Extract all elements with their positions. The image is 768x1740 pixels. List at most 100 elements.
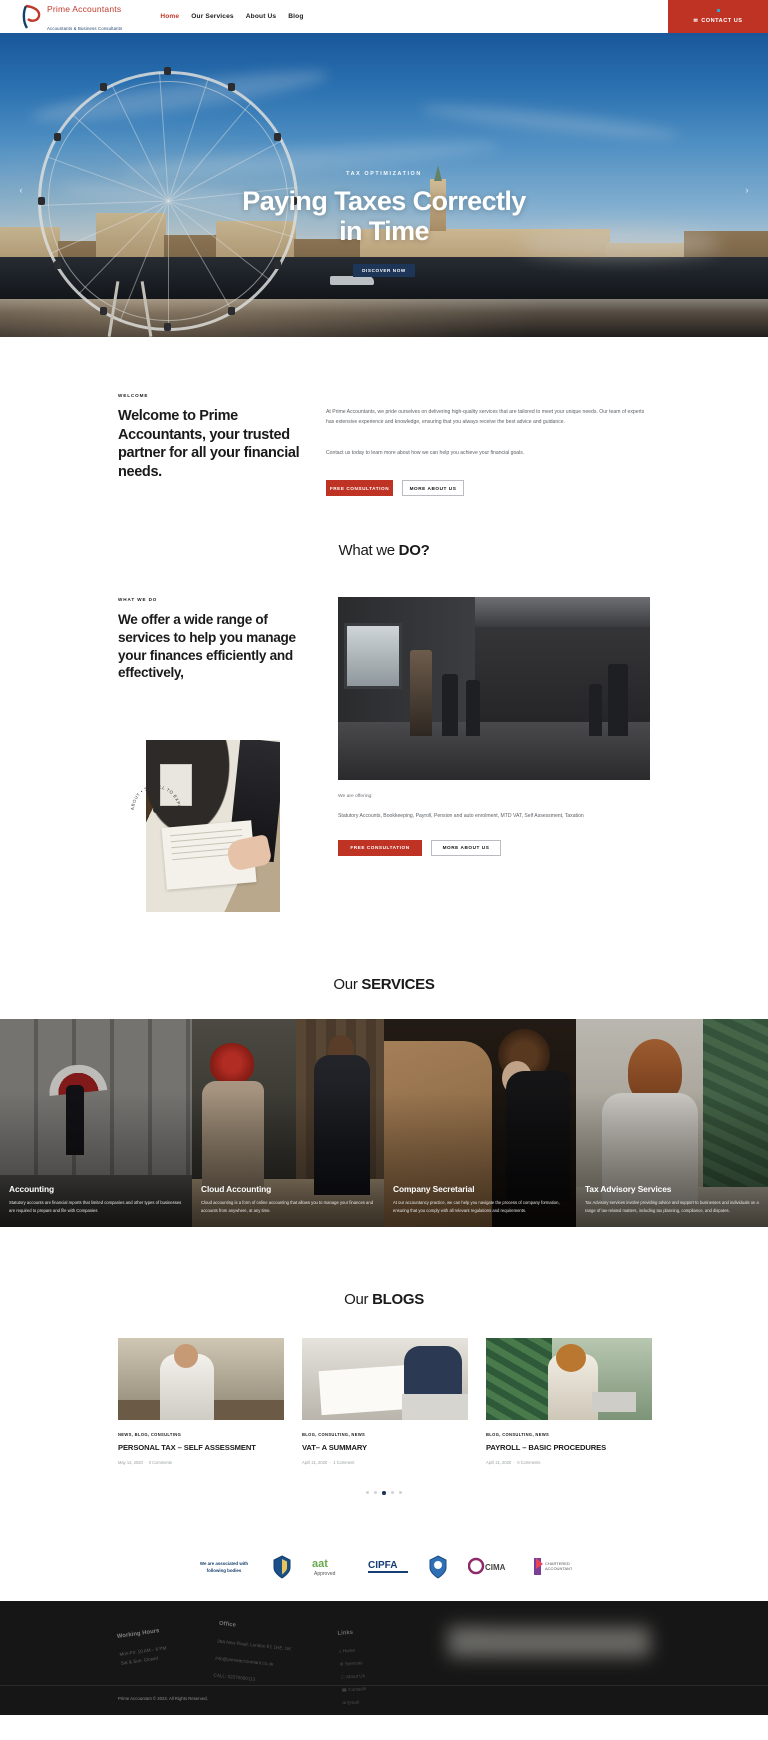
instagram-icon[interactable]: ☐ xyxy=(486,1644,491,1652)
service-card-accounting[interactable]: Accounting Statutory accounts are financ… xyxy=(0,1019,192,1227)
nav-item-home[interactable]: Home xyxy=(160,13,179,20)
service-card-tax-advisory[interactable]: Tax Advisory Services Tax Advisory servi… xyxy=(576,1019,768,1227)
service-card-cloud-accounting[interactable]: Cloud Accounting Cloud accounting is a f… xyxy=(192,1019,384,1227)
nav-item-our-services[interactable]: Our Services xyxy=(191,13,234,20)
blog-date: May 14, 2020 xyxy=(118,1460,143,1466)
cipfa-icon: CIPFA xyxy=(368,1555,408,1579)
icaew-crest-icon xyxy=(272,1555,292,1579)
footer-links-title: Links xyxy=(337,1629,354,1637)
hero-content: TAX OPTIMIZATION Paying Taxes Correctly … xyxy=(0,171,768,278)
logo[interactable]: Prime Accountants Accountants & Business… xyxy=(0,0,122,33)
free-consultation-button-2[interactable]: FREE CONSULTATION xyxy=(338,839,422,856)
welcome-section: WELCOME Welcome to Prime Accountants, yo… xyxy=(0,337,768,497)
carousel-dot[interactable] xyxy=(398,1491,402,1495)
badge-text: ABOUT • SCROLL TO EXPLORE • xyxy=(130,784,181,824)
services-card-list: Accounting Statutory accounts are financ… xyxy=(0,1019,768,1227)
aat-approved-icon: aat Approved xyxy=(312,1555,348,1579)
blogs-title-bold: BLOGS xyxy=(372,1291,424,1308)
blog-date: April 21, 2020 xyxy=(486,1460,512,1466)
phone-icon: ☎ xyxy=(341,1686,348,1693)
what-we-do-title-bold: DO? xyxy=(398,542,430,560)
main-nav: Home Our Services About Us Blog xyxy=(160,0,303,33)
blog-thumbnail xyxy=(118,1338,284,1420)
carousel-prev-arrow-icon[interactable]: ‹ xyxy=(16,185,26,195)
carousel-dot[interactable] xyxy=(390,1491,394,1495)
what-we-do-title-light: What we xyxy=(338,542,399,560)
partners-section: We are associated with following bodies … xyxy=(0,1529,768,1601)
blog-categories: BLOG, CONSULTING, NEWS xyxy=(302,1432,366,1437)
cima-icon: CIMA xyxy=(468,1555,508,1579)
pinterest-icon[interactable]: Ⓟ xyxy=(473,1644,479,1652)
service-card-title: Tax Advisory Services xyxy=(585,1184,672,1195)
hero-title: Paying Taxes Correctly in Time xyxy=(0,186,768,246)
logo-title: Prime Accountants xyxy=(47,3,122,14)
hero-title-line1: Paying Taxes Correctly xyxy=(242,186,526,216)
footer-office-email[interactable]: info@primeaccountant.co.uk xyxy=(215,1654,335,1675)
footer-links: Links ⌂ Home ⚙ Services ⓘ About Us ☎ Con… xyxy=(337,1623,448,1705)
services-title-bold: SERVICES xyxy=(361,976,435,993)
facebook-icon[interactable]: 𝑓 xyxy=(448,1644,450,1652)
what-we-do-right-column: We are offering: Statutory Accounts, Boo… xyxy=(338,597,650,912)
carousel-dot[interactable] xyxy=(366,1491,370,1495)
footer-link-label: Services xyxy=(344,1659,363,1666)
blog-thumbnail xyxy=(302,1338,468,1420)
more-about-us-button[interactable]: MORE ABOUT US xyxy=(402,480,464,497)
blog-title[interactable]: PERSONAL TAX – SELF ASSESSMENT xyxy=(118,1443,284,1453)
svg-text:CIMA: CIMA xyxy=(485,1563,506,1572)
service-card-desc: Cloud accounting is a form of online acc… xyxy=(201,1200,374,1213)
welcome-paragraph-1: At Prime Accountants, we pride ourselves… xyxy=(326,409,645,426)
discover-now-button[interactable]: DISCOVER NOW xyxy=(353,264,415,278)
blog-meta: April 21, 2020 · 0 Comments xyxy=(486,1460,541,1466)
logo-subtitle: Accountants & Business Consultants xyxy=(47,25,123,31)
free-consultation-button[interactable]: FREE CONSULTATION xyxy=(326,480,393,497)
service-card-title: Accounting xyxy=(9,1184,55,1195)
contact-us-button[interactable]: ✉ CONTACT US xyxy=(668,0,768,33)
blog-comments: 1 Comment xyxy=(333,1460,355,1466)
subway-station-photo xyxy=(338,597,650,781)
blog-carousel-dots xyxy=(118,1491,650,1495)
carousel-dot-active[interactable] xyxy=(382,1491,386,1495)
footer-office-title: Office xyxy=(218,1620,237,1629)
footer-social: Get In Touch 𝑓 🐦 Ⓟ ☐ xyxy=(448,1626,650,1657)
blog-title[interactable]: VAT– A SUMMARY xyxy=(302,1443,468,1453)
associated-bodies-label: We are associated with following bodies xyxy=(199,1560,249,1573)
twitter-icon[interactable]: 🐦 xyxy=(458,1644,465,1652)
services-title-light: Our xyxy=(333,976,362,993)
what-we-do-section: What we DO? WHAT WE DO We offer a wide r… xyxy=(0,496,768,912)
nav-item-blog[interactable]: Blog xyxy=(288,13,303,20)
blogs-title-light: Our xyxy=(344,1291,373,1308)
footer-working-hours: Working Hours Mon-Fri: 10 AM – 6 PM Sat … xyxy=(117,1620,220,1666)
blog-card[interactable]: BLOG, CONSULTING, NEWS PAYROLL – BASIC P… xyxy=(486,1338,652,1465)
welcome-paragraph-2: Contact us today to learn more about how… xyxy=(326,449,525,456)
accent-dot-icon xyxy=(716,9,720,12)
blog-comments: 0 Comments xyxy=(517,1460,541,1466)
blog-thumbnail xyxy=(486,1338,652,1420)
carousel-dot[interactable] xyxy=(374,1491,378,1495)
envelope-icon: ✉ xyxy=(693,18,699,24)
blog-comments: 0 Comments xyxy=(148,1460,172,1466)
service-card-company-secretarial[interactable]: Company Secretarial At our accountancy p… xyxy=(384,1019,576,1227)
footer-link-label: Email xyxy=(347,1698,360,1705)
carousel-next-arrow-icon[interactable]: › xyxy=(742,185,752,195)
footer-office: Office 39A New Road, London E1 1HE, UK i… xyxy=(213,1620,338,1681)
service-card-desc: Tax Advisory services involve providing … xyxy=(585,1200,759,1213)
services-section: Our SERVICES Accounting Statutory accoun… xyxy=(0,912,768,1227)
blog-card[interactable]: NEWS, BLOG, CONSULTING PERSONAL TAX – SE… xyxy=(118,1338,284,1465)
what-we-do-title: What we DO? xyxy=(118,542,650,559)
blog-meta: April 21, 2020 · 1 Comment xyxy=(302,1460,355,1466)
home-icon: ⌂ xyxy=(338,1648,342,1654)
blog-card[interactable]: BLOG, CONSULTING, NEWS VAT– A SUMMARY Ap… xyxy=(302,1338,468,1465)
service-card-title: Company Secretarial xyxy=(393,1184,475,1195)
blog-meta: May 14, 2020 · 0 Comments xyxy=(118,1460,172,1466)
blog-title[interactable]: PAYROLL – BASIC PROCEDURES xyxy=(486,1443,652,1453)
welcome-button-row: FREE CONSULTATION MORE ABOUT US xyxy=(326,480,650,497)
services-title: Our SERVICES xyxy=(0,976,768,993)
offering-label: We are offering: xyxy=(338,794,373,800)
what-we-do-eyebrow: WHAT WE DO xyxy=(118,597,158,603)
site-footer: Working Hours Mon-Fri: 10 AM – 6 PM Sat … xyxy=(0,1600,768,1715)
hero-banner: TAX OPTIMIZATION Paying Taxes Correctly … xyxy=(0,33,768,337)
more-about-us-button-2[interactable]: MORE ABOUT US xyxy=(431,839,501,856)
svg-text:Approved: Approved xyxy=(314,1571,336,1577)
footer-link-label: About Us xyxy=(345,1672,366,1679)
nav-item-about-us[interactable]: About Us xyxy=(246,13,277,20)
